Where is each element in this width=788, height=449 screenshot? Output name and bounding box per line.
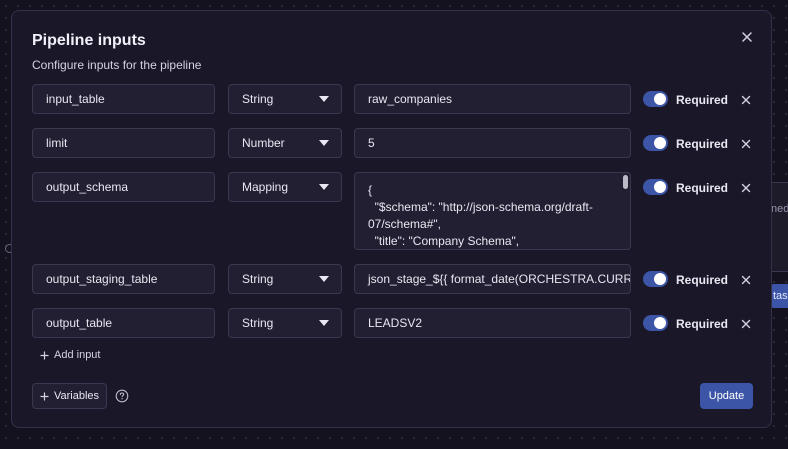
plus-icon xyxy=(40,392,49,400)
variables-button[interactable]: Variables xyxy=(32,383,107,409)
input-type-select[interactable]: String xyxy=(228,84,342,114)
input-value-field[interactable]: raw_companies xyxy=(354,84,631,114)
input-name-field[interactable]: limit xyxy=(32,128,215,158)
chevron-down-icon xyxy=(319,184,329,190)
type-select-value: String xyxy=(242,92,274,106)
toggle-knob xyxy=(654,317,666,329)
close-icon[interactable] xyxy=(740,182,752,194)
plus-icon xyxy=(40,351,49,359)
type-select-value: String xyxy=(242,316,274,330)
modal-title: Pipeline inputs xyxy=(32,32,146,49)
close-icon[interactable] xyxy=(740,30,754,44)
update-button[interactable]: Update xyxy=(700,383,753,409)
canvas-card-text: ned xyxy=(771,203,788,215)
toggle-knob xyxy=(654,273,666,285)
toggle-knob xyxy=(654,137,666,149)
close-icon[interactable] xyxy=(740,274,752,286)
input-type-select[interactable]: String xyxy=(228,308,342,338)
input-name-field[interactable]: output_table xyxy=(32,308,215,338)
chevron-down-icon xyxy=(319,320,329,326)
input-value-code-editor[interactable]: { "$schema": "http://json-schema.org/dra… xyxy=(354,172,631,250)
required-toggle[interactable] xyxy=(643,179,668,195)
required-label: Required xyxy=(676,137,729,151)
required-label: Required xyxy=(676,273,729,287)
toggle-knob xyxy=(654,93,666,105)
canvas-task-button: tas xyxy=(770,284,788,308)
required-toggle[interactable] xyxy=(643,271,668,287)
help-icon[interactable] xyxy=(115,389,129,403)
required-toggle[interactable] xyxy=(643,315,668,331)
required-label: Required xyxy=(676,181,729,195)
chevron-down-icon xyxy=(319,96,329,102)
input-type-select[interactable]: Mapping xyxy=(228,172,342,202)
required-label: Required xyxy=(676,317,729,331)
input-value-field[interactable]: LEADSV2 xyxy=(354,308,631,338)
code-text: { "$schema": "http://json-schema.org/dra… xyxy=(368,183,593,248)
chevron-down-icon xyxy=(319,276,329,282)
add-input-label: Add input xyxy=(54,349,101,361)
input-value-field[interactable]: 5 xyxy=(354,128,631,158)
required-toggle[interactable] xyxy=(643,91,668,107)
variables-label: Variables xyxy=(53,390,100,402)
input-name-field[interactable]: input_table xyxy=(32,84,215,114)
input-type-select[interactable]: String xyxy=(228,264,342,294)
type-select-value: String xyxy=(242,272,274,286)
type-select-value: Mapping xyxy=(242,180,289,194)
close-icon[interactable] xyxy=(740,94,752,106)
close-icon[interactable] xyxy=(740,318,752,330)
toggle-knob xyxy=(654,181,666,193)
required-toggle[interactable] xyxy=(643,135,668,151)
input-name-field[interactable]: output_schema xyxy=(32,172,215,202)
required-label: Required xyxy=(676,93,729,107)
input-name-field[interactable]: output_staging_table xyxy=(32,264,215,294)
modal-subtitle: Configure inputs for the pipeline xyxy=(32,58,202,72)
add-input-button[interactable]: Add input xyxy=(40,349,100,361)
input-type-select[interactable]: Number xyxy=(228,128,342,158)
input-value-field[interactable]: json_stage_${{ format_date(ORCHESTRA.CUR… xyxy=(354,264,631,294)
pipeline-inputs-modal: Pipeline inputs Configure inputs for the… xyxy=(11,10,772,428)
close-icon[interactable] xyxy=(740,138,752,150)
chevron-down-icon xyxy=(319,140,329,146)
scrollbar[interactable] xyxy=(623,175,628,189)
type-select-value: Number xyxy=(242,136,285,150)
